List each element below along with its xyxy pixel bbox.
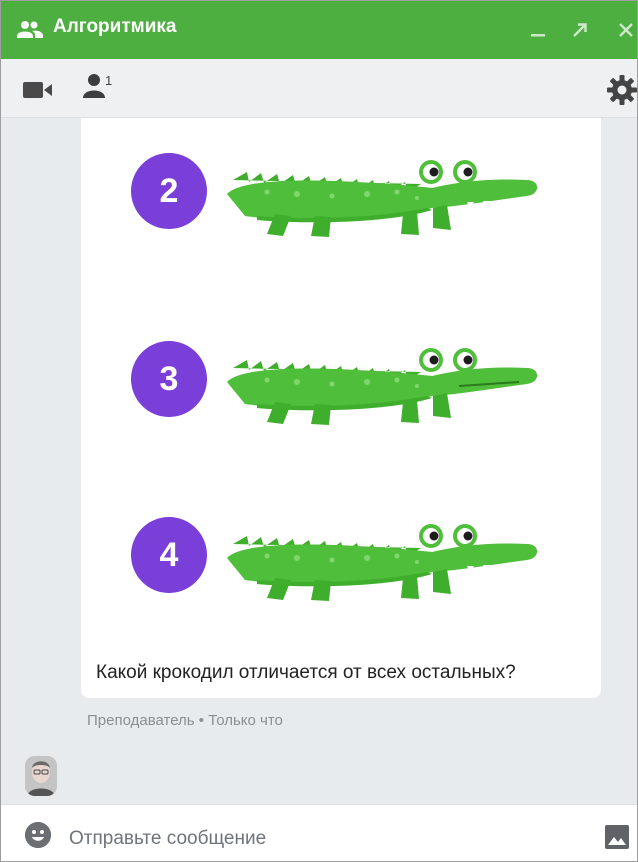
chat-toolbar: 1 (1, 59, 637, 118)
message-meta: Преподаватель • Только что (87, 712, 283, 729)
group-icon (17, 21, 43, 38)
message-text: Какой крокодил отличается от всех осталь… (96, 662, 516, 683)
arrow-up-right-icon (573, 23, 587, 37)
chat-area[interactable]: 2 3 4 Какой крокодил отличается от всех … (1, 118, 637, 804)
participants-count: 1 (105, 73, 113, 88)
crocodile-image (227, 524, 538, 601)
message-author: Преподаватель (87, 712, 195, 729)
crocodile-row-1: 2 (131, 142, 551, 238)
minimize-icon (531, 34, 545, 37)
number-badge: 4 (131, 517, 207, 593)
close-icon (619, 23, 633, 37)
attach-image-button[interactable] (605, 825, 629, 854)
video-icon[interactable] (23, 81, 53, 99)
minimize-button[interactable] (525, 17, 551, 43)
image-icon (605, 825, 629, 849)
crocodile-image (227, 348, 538, 425)
crocodile-row-2: 3 (131, 330, 551, 426)
avatar[interactable] (25, 756, 57, 796)
user-avatar-icon (25, 756, 57, 796)
number-badge: 2 (131, 153, 207, 229)
message-bubble: 2 3 4 Какой крокодил отличается от всех … (81, 118, 601, 698)
title-bar: Алгоритмика (1, 1, 637, 59)
window-title: Алгоритмика (53, 16, 177, 37)
crocodile-row-3: 4 (131, 506, 551, 602)
emoji-icon (25, 822, 51, 848)
gear-icon[interactable] (607, 75, 637, 105)
popout-button[interactable] (567, 17, 593, 43)
message-input[interactable] (69, 827, 569, 851)
emoji-button[interactable] (25, 822, 51, 848)
crocodile-image (227, 160, 538, 237)
message-time: Только что (208, 712, 283, 729)
close-button[interactable] (613, 17, 637, 43)
chat-window: Алгоритмика 1 2 3 4 Какой крокодил отлич… (0, 0, 638, 862)
meta-separator: • (194, 712, 209, 729)
message-composer (1, 804, 637, 861)
people-icon[interactable] (83, 73, 105, 99)
number-badge: 3 (131, 341, 207, 417)
